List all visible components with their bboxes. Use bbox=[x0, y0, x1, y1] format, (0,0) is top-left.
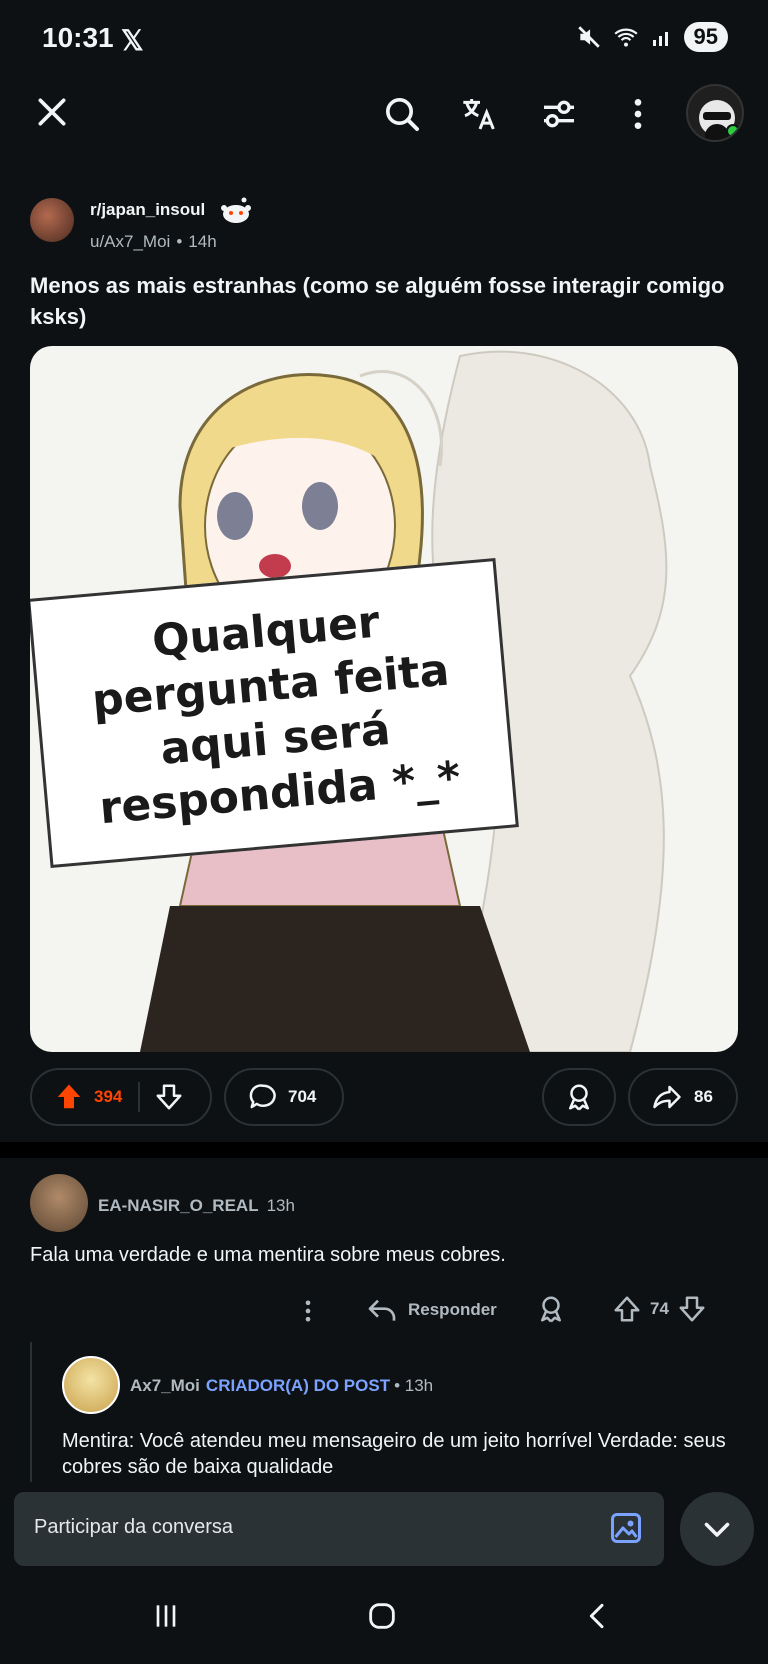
comment-icon bbox=[249, 1084, 276, 1109]
chevron-down-icon bbox=[704, 1522, 730, 1537]
reply-button[interactable]: Responder bbox=[366, 1294, 497, 1326]
commenter-avatar[interactable] bbox=[30, 1174, 88, 1232]
home-icon bbox=[369, 1603, 395, 1629]
recents-button[interactable] bbox=[146, 1596, 186, 1636]
post-meta: u/Ax7_Moi • 14h bbox=[90, 232, 217, 252]
vote-pill: 394 bbox=[30, 1068, 212, 1126]
upvote-icon bbox=[57, 1084, 81, 1109]
signal-icon bbox=[652, 32, 668, 46]
back-button[interactable] bbox=[578, 1596, 618, 1636]
comment-username[interactable]: Ax7_Moi bbox=[130, 1376, 200, 1395]
comment-count: 704 bbox=[288, 1087, 317, 1106]
online-indicator bbox=[726, 124, 740, 138]
post-header: r/japan_insoul u/Ax7_Moi • 14h bbox=[30, 196, 730, 256]
back-icon bbox=[589, 1603, 604, 1629]
post-title: Menos as mais estranhas (como se alguém … bbox=[30, 273, 725, 329]
expand-button[interactable] bbox=[680, 1492, 754, 1566]
upvote-count: 394 bbox=[94, 1087, 123, 1106]
image-upload-icon[interactable] bbox=[608, 1510, 644, 1546]
meta-separator: • bbox=[176, 232, 183, 251]
post-toolbar bbox=[0, 80, 768, 154]
comment-actions: Responder 74 bbox=[0, 1290, 768, 1340]
subreddit-avatar[interactable] bbox=[30, 198, 74, 242]
close-button[interactable] bbox=[32, 92, 72, 132]
award-icon bbox=[569, 1084, 589, 1111]
more-icon bbox=[634, 99, 642, 129]
comment-age: 13h bbox=[266, 1196, 295, 1215]
reply-icon bbox=[368, 1299, 396, 1321]
mute-icon bbox=[577, 26, 600, 48]
award-button[interactable] bbox=[542, 1068, 616, 1126]
commenter-avatar[interactable] bbox=[62, 1356, 120, 1414]
award-icon bbox=[541, 1296, 561, 1323]
search-icon bbox=[386, 98, 419, 131]
recents-icon bbox=[156, 1605, 176, 1627]
post-actions: 394 704 86 bbox=[30, 1068, 738, 1126]
comment-author[interactable]: EA-NASIR_O_REAL 13h bbox=[98, 1196, 295, 1216]
status-bar: 10:31 𝕏 95 bbox=[0, 0, 768, 80]
comment-username[interactable]: EA-NASIR_O_REAL bbox=[98, 1196, 259, 1215]
user-avatar[interactable] bbox=[686, 84, 744, 142]
status-time: 10:31 bbox=[42, 22, 114, 53]
filter-icon bbox=[544, 100, 574, 128]
downvote-icon bbox=[156, 1084, 182, 1110]
post-image[interactable]: Qualquer pergunta feita aqui será respon… bbox=[30, 346, 738, 1052]
share-icon bbox=[653, 1085, 681, 1109]
reply-label: Responder bbox=[408, 1300, 497, 1319]
comment-body: Fala uma verdade e uma mentira sobre meu… bbox=[30, 1244, 506, 1266]
status-icons: 95 bbox=[576, 22, 728, 52]
sign-board: Qualquer pergunta feita aqui será respon… bbox=[30, 558, 519, 868]
filter-button[interactable] bbox=[537, 92, 581, 136]
op-flair: CRIADOR(A) DO POST bbox=[205, 1376, 391, 1395]
upvote-icon[interactable] bbox=[612, 1294, 642, 1324]
subreddit-name[interactable]: r/japan_insoul bbox=[90, 200, 205, 220]
composer-placeholder: Participar da conversa bbox=[34, 1516, 233, 1538]
downvote-button[interactable] bbox=[140, 1082, 184, 1112]
comment-more-button[interactable] bbox=[294, 1294, 322, 1328]
search-button[interactable] bbox=[380, 92, 424, 136]
x-app-icon: 𝕏 bbox=[121, 25, 144, 56]
upvote-button[interactable]: 394 bbox=[32, 1082, 122, 1112]
snoo-icon bbox=[221, 197, 251, 223]
wifi-icon bbox=[613, 28, 638, 47]
translate-icon bbox=[463, 99, 495, 130]
close-icon bbox=[38, 98, 66, 126]
downvote-icon[interactable] bbox=[677, 1294, 707, 1324]
comment-composer[interactable]: Participar da conversa bbox=[14, 1492, 664, 1566]
system-navbar bbox=[0, 1566, 768, 1664]
share-button[interactable]: 86 bbox=[628, 1068, 738, 1126]
share-count: 86 bbox=[694, 1087, 713, 1106]
more-options-button[interactable] bbox=[616, 92, 660, 136]
post-author[interactable]: u/Ax7_Moi bbox=[90, 232, 170, 251]
comment-age: • 13h bbox=[394, 1376, 434, 1395]
comment-author[interactable]: Ax7_Moi CRIADOR(A) DO POST • 13h bbox=[130, 1376, 433, 1396]
comment-body: Mentira: Você atendeu meu mensageiro de … bbox=[62, 1430, 726, 1478]
comments-button[interactable]: 704 bbox=[224, 1068, 344, 1126]
comment-score: 74 bbox=[650, 1299, 669, 1318]
post-age: 14h bbox=[188, 232, 217, 251]
home-button[interactable] bbox=[362, 1596, 402, 1636]
thread-line bbox=[30, 1342, 32, 1482]
battery-indicator: 95 bbox=[683, 22, 728, 52]
comment-vote: 74 bbox=[612, 1294, 707, 1324]
more-icon bbox=[305, 1300, 311, 1322]
translate-button[interactable] bbox=[458, 92, 502, 136]
comment-award-button[interactable] bbox=[536, 1294, 566, 1324]
section-divider bbox=[0, 1142, 768, 1158]
